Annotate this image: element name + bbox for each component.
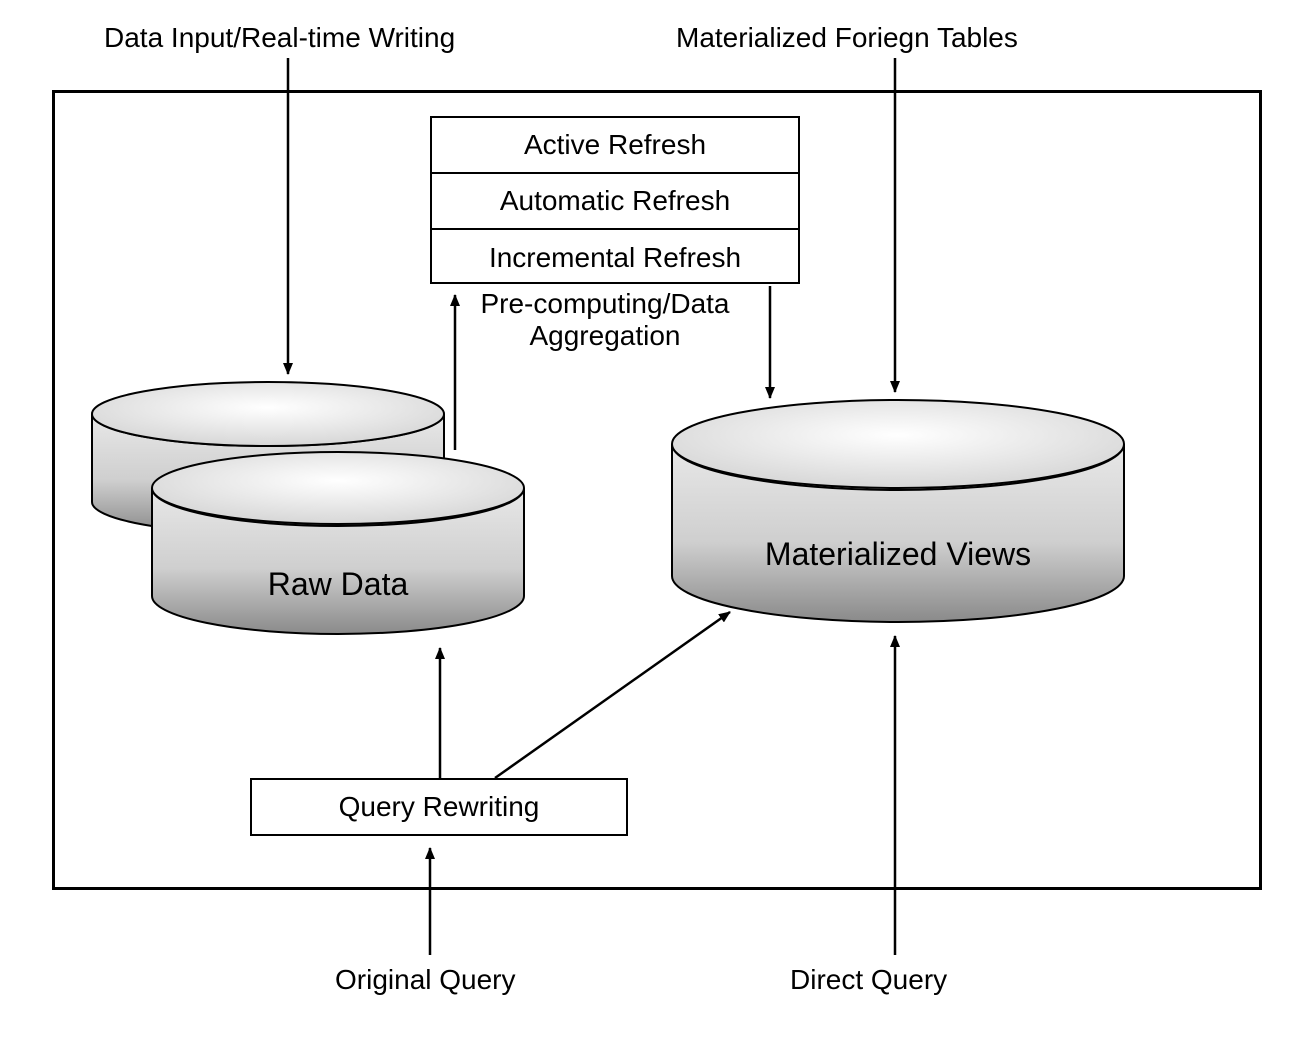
refresh-box: Active Refresh Automatic Refresh Increme… [430, 116, 800, 284]
query-rewriting-box: Query Rewriting [250, 778, 628, 836]
label-original-query: Original Query [335, 964, 516, 996]
cylinder-materialized-views: Materialized Views [668, 396, 1128, 626]
refresh-row-automatic: Automatic Refresh [432, 174, 798, 230]
label-materialized-views: Materialized Views [668, 536, 1128, 573]
precomputing-line2: Aggregation [529, 320, 680, 351]
precomputing-line1: Pre-computing/Data [480, 288, 729, 319]
label-precomputing: Pre-computing/Data Aggregation [460, 288, 750, 352]
refresh-row-incremental: Incremental Refresh [432, 230, 798, 286]
cylinder-raw-data-front: Raw Data [148, 448, 528, 638]
label-raw-data: Raw Data [148, 566, 528, 603]
label-materialized-foreign-tables: Materialized Foriegn Tables [676, 22, 1018, 54]
label-direct-query: Direct Query [790, 964, 947, 996]
refresh-row-active: Active Refresh [432, 118, 798, 174]
label-data-input: Data Input/Real-time Writing [104, 22, 455, 54]
label-query-rewriting: Query Rewriting [339, 791, 540, 823]
